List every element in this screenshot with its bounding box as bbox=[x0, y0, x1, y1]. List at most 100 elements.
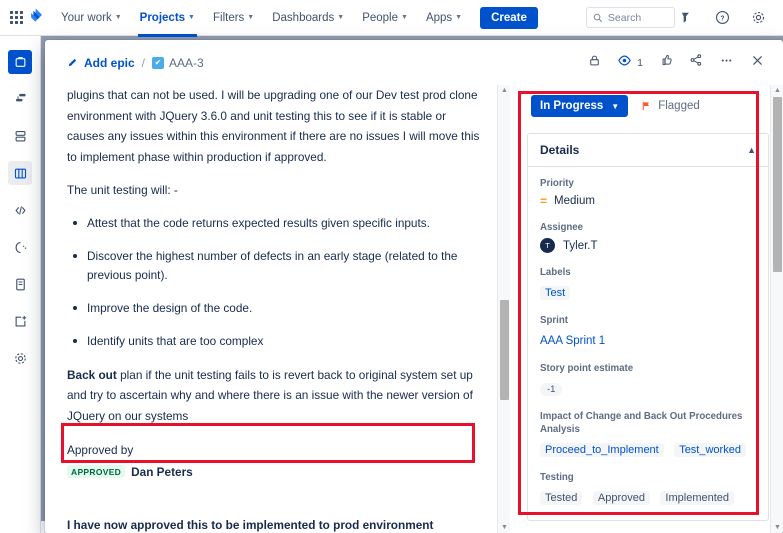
search-icon bbox=[593, 13, 603, 22]
approver-name: Dan Peters bbox=[131, 465, 193, 479]
details-scrollbar[interactable]: ▲ ▼ bbox=[770, 85, 783, 533]
impact-chip[interactable]: Test_worked bbox=[674, 443, 746, 457]
scroll-up-arrow-icon[interactable]: ▲ bbox=[771, 85, 783, 96]
modal-body: plugins that can not be used. I will be … bbox=[45, 85, 783, 533]
label-chip[interactable]: Test bbox=[540, 286, 571, 300]
highlighted-comment: I have now approved this to be implement… bbox=[67, 515, 486, 533]
testing-chip[interactable]: Implemented bbox=[660, 491, 735, 505]
nav-dashboards[interactable]: Dashboards ▼ bbox=[270, 6, 346, 30]
priority-value: Medium bbox=[554, 195, 595, 207]
scrollbar-thumb[interactable] bbox=[773, 97, 782, 272]
scroll-down-arrow-icon[interactable]: ▼ bbox=[498, 522, 511, 533]
scroll-down-arrow-icon[interactable]: ▼ bbox=[771, 522, 783, 533]
search-placeholder: Search bbox=[607, 11, 642, 24]
sidebar-item-board-icon[interactable] bbox=[8, 161, 32, 185]
field-label: Priority bbox=[540, 178, 574, 189]
field-testing: Testing Tested Approved Implemented bbox=[540, 471, 756, 506]
backout-label: Back out bbox=[67, 367, 117, 382]
testing-chip[interactable]: Approved bbox=[592, 491, 650, 505]
status-value: In Progress bbox=[540, 100, 604, 112]
project-sidebar bbox=[0, 36, 41, 533]
modal-header-actions: 1 bbox=[588, 53, 765, 73]
nav-apps[interactable]: Apps ▼ bbox=[424, 6, 464, 30]
sidebar-item-releases-icon[interactable] bbox=[8, 235, 32, 259]
breadcrumb-issue-key[interactable]: ✔ AAA-3 bbox=[152, 56, 204, 70]
pencil-icon bbox=[68, 58, 77, 66]
breadcrumb: Add epic / ✔ AAA-3 bbox=[67, 56, 204, 70]
jira-logo-icon[interactable] bbox=[27, 7, 45, 29]
top-nav-right-actions: ? bbox=[675, 7, 773, 29]
chevron-down-icon: ▼ bbox=[455, 14, 463, 21]
field-value[interactable]: AAA Sprint 1 bbox=[540, 331, 756, 349]
backout-paragraph: Back out plan if the unit testing fails … bbox=[67, 365, 486, 427]
search-input[interactable]: Search bbox=[585, 7, 675, 28]
nav-people[interactable]: People ▼ bbox=[360, 6, 410, 30]
help-icon[interactable]: ? bbox=[711, 7, 733, 29]
list-item: Identify units that are too complex bbox=[67, 332, 486, 351]
thumbs-up-icon[interactable] bbox=[659, 53, 673, 72]
eye-icon[interactable] bbox=[617, 53, 632, 73]
sidebar-item-code-icon[interactable] bbox=[8, 198, 32, 222]
chevron-down-icon: ▼ bbox=[337, 14, 345, 21]
status-dropdown-button[interactable]: In Progress ▼ bbox=[531, 95, 629, 117]
field-label: Testing bbox=[540, 472, 574, 483]
settings-icon[interactable] bbox=[747, 7, 769, 29]
field-priority: Priority = Medium bbox=[540, 177, 756, 208]
scroll-up-arrow-icon[interactable]: ▲ bbox=[498, 85, 511, 96]
field-value[interactable]: = Medium bbox=[540, 194, 756, 208]
watch-count: 1 bbox=[637, 56, 643, 69]
field-label: Sprint bbox=[540, 315, 568, 326]
status-badge: APPROVED bbox=[67, 465, 126, 479]
field-value[interactable]: -1 bbox=[540, 379, 756, 397]
scrollbar-thumb[interactable] bbox=[500, 300, 509, 400]
chevron-up-icon[interactable]: ▲ bbox=[747, 145, 756, 155]
flagged-toggle[interactable]: Flagged bbox=[641, 100, 700, 112]
field-value[interactable]: Test bbox=[540, 283, 756, 301]
sidebar-item-project-avatar[interactable] bbox=[8, 50, 32, 74]
description-paragraph-1: plugins that can not be used. I will be … bbox=[67, 88, 480, 164]
testing-chip[interactable]: Tested bbox=[540, 491, 583, 505]
field-value[interactable]: Tested Approved Implemented bbox=[540, 488, 756, 506]
description-scrollbar[interactable]: ▲ ▼ bbox=[497, 85, 510, 533]
add-epic-button[interactable]: Add epic bbox=[67, 56, 135, 70]
description-bullet-list: Attest that the code returns expected re… bbox=[67, 214, 486, 351]
priority-medium-icon: = bbox=[540, 194, 547, 208]
field-sprint: Sprint AAA Sprint 1 bbox=[540, 314, 756, 349]
backout-text: plan if the unit testing fails to is rev… bbox=[67, 367, 473, 423]
field-label: Labels bbox=[540, 267, 571, 278]
field-value[interactable]: Proceed_to_Implement Test_worked bbox=[540, 440, 756, 458]
field-label: Story point estimate bbox=[540, 363, 634, 374]
sidebar-item-backlog-icon[interactable] bbox=[8, 124, 32, 148]
app-switcher-icon[interactable] bbox=[10, 7, 23, 29]
sidebar-item-pages-icon[interactable] bbox=[8, 272, 32, 296]
field-labels: Labels Test bbox=[540, 266, 756, 301]
impact-chip[interactable]: Proceed_to_Implement bbox=[540, 443, 664, 457]
issue-description-column: plugins that can not be used. I will be … bbox=[45, 85, 500, 533]
nav-projects[interactable]: Projects ▼ bbox=[137, 6, 198, 37]
field-story-point-estimate: Story point estimate -1 bbox=[540, 362, 756, 397]
details-title: Details bbox=[540, 143, 580, 157]
notifications-icon[interactable] bbox=[675, 7, 697, 29]
modal-header: Add epic / ✔ AAA-3 1 bbox=[45, 40, 783, 85]
sprint-link[interactable]: AAA Sprint 1 bbox=[540, 335, 605, 347]
field-value[interactable]: T Tyler.T bbox=[540, 238, 756, 253]
more-actions-icon[interactable] bbox=[719, 53, 734, 73]
sidebar-item-roadmap-icon[interactable] bbox=[8, 87, 32, 111]
lock-icon[interactable] bbox=[588, 54, 601, 72]
description-paragraph-2: The unit testing will: - bbox=[67, 183, 178, 197]
details-card: Details ▲ Priority = Medium Assignee T T… bbox=[527, 133, 769, 521]
share-icon[interactable] bbox=[689, 53, 703, 72]
field-impact-of-change: Impact of Change and Back Out Procedures… bbox=[540, 410, 756, 458]
chevron-down-icon: ▼ bbox=[247, 14, 255, 21]
sidebar-item-project-settings-icon[interactable] bbox=[8, 346, 32, 370]
details-header[interactable]: Details ▲ bbox=[528, 134, 768, 167]
sidebar-item-add-item-icon[interactable] bbox=[8, 309, 32, 333]
close-icon[interactable] bbox=[750, 53, 765, 73]
nav-your-work[interactable]: Your work ▼ bbox=[59, 6, 124, 30]
chevron-down-icon: ▼ bbox=[114, 14, 122, 21]
screen: Your work ▼ Projects ▼ Filters ▼ Dashboards… bbox=[0, 0, 783, 533]
status-row: In Progress ▼ Flagged bbox=[531, 95, 769, 117]
nav-filters[interactable]: Filters ▼ bbox=[211, 6, 256, 30]
create-button[interactable]: Create bbox=[480, 6, 538, 29]
breadcrumb-separator: / bbox=[141, 55, 146, 70]
